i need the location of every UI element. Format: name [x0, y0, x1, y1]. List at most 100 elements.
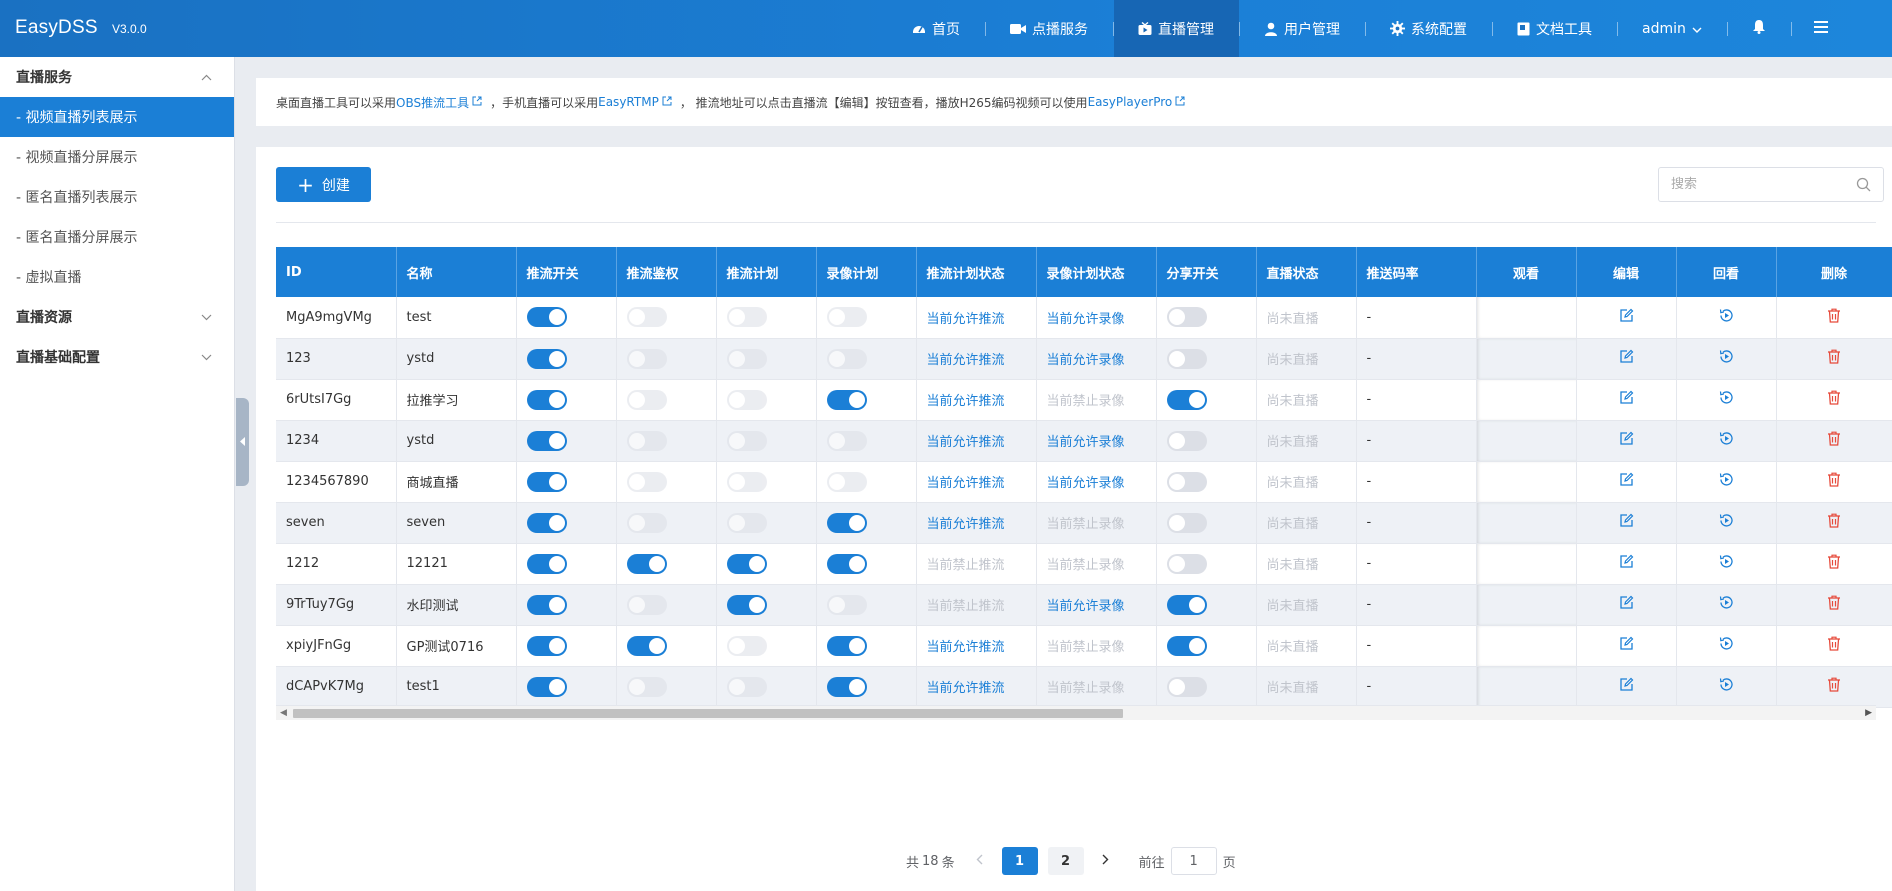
column-header[interactable]: 回看 — [1676, 247, 1777, 297]
auth-switch[interactable] — [626, 471, 667, 492]
share-switch[interactable] — [1166, 307, 1207, 328]
page-1-button[interactable]: 1 — [1001, 847, 1038, 875]
cell-rec-status[interactable]: 当前禁止录像 — [1036, 666, 1157, 708]
auth-switch[interactable] — [626, 594, 667, 615]
push-plan-switch[interactable] — [726, 676, 767, 697]
page-2-button[interactable]: 2 — [1047, 847, 1084, 875]
sidebar-group-live-config[interactable]: 直播基础配置 — [0, 337, 234, 377]
nav-docs[interactable]: 文档工具 — [1493, 0, 1617, 57]
nav-vod[interactable]: 点播服务 — [986, 0, 1113, 57]
sidebar-collapse-toggle[interactable] — [236, 398, 249, 486]
push-plan-switch[interactable] — [726, 430, 767, 451]
sidebar-item-anon-split[interactable]: - 匿名直播分屏展示 — [0, 217, 234, 257]
replay-icon[interactable] — [1719, 391, 1734, 409]
edit-icon[interactable] — [1619, 431, 1634, 450]
replay-icon[interactable] — [1719, 596, 1734, 614]
share-switch[interactable] — [1166, 594, 1207, 615]
cell-push-status[interactable]: 当前允许推流 — [916, 338, 1037, 380]
push-plan-switch[interactable] — [726, 635, 767, 656]
scroll-left-icon[interactable]: ◀ — [280, 708, 287, 718]
sidebar-item-virtual-live[interactable]: - 虚拟直播 — [0, 257, 234, 297]
share-switch[interactable] — [1166, 471, 1207, 492]
push-switch[interactable] — [526, 512, 567, 533]
auth-switch[interactable] — [626, 553, 667, 574]
record-plan-switch[interactable] — [826, 676, 867, 697]
push-switch[interactable] — [526, 430, 567, 451]
edit-icon[interactable] — [1619, 308, 1634, 327]
easyplayerpro-link[interactable]: EasyPlayerPro — [1088, 95, 1173, 109]
push-switch[interactable] — [526, 348, 567, 369]
edit-icon[interactable] — [1619, 636, 1634, 655]
auth-switch[interactable] — [626, 348, 667, 369]
push-plan-switch[interactable] — [726, 594, 767, 615]
cell-push-status[interactable]: 当前允许推流 — [916, 420, 1037, 462]
trash-icon[interactable] — [1827, 513, 1841, 532]
table-row[interactable]: 1234567890 商城直播 当前允许推流 当前允许录像 尚未直播 - — [276, 461, 1892, 503]
sidebar-group-live-resources[interactable]: 直播资源 — [0, 297, 234, 337]
share-switch[interactable] — [1166, 635, 1207, 656]
table-row[interactable]: 6rUtsI7Gg 拉推学习 当前允许推流 当前禁止录像 尚未直播 - — [276, 379, 1892, 421]
table-row[interactable]: xpiyJFnGg GP测试0716 当前允许推流 当前禁止录像 尚未直播 - — [276, 625, 1892, 667]
cell-push-status[interactable]: 当前允许推流 — [916, 461, 1037, 503]
scroll-right-icon[interactable]: ▶ — [1865, 708, 1872, 718]
trash-icon[interactable] — [1827, 677, 1841, 696]
scrollbar-thumb[interactable] — [293, 709, 1123, 718]
prev-page-button[interactable] — [963, 847, 997, 875]
push-plan-switch[interactable] — [726, 512, 767, 533]
trash-icon[interactable] — [1827, 390, 1841, 409]
share-switch[interactable] — [1166, 389, 1207, 410]
trash-icon[interactable] — [1827, 472, 1841, 491]
auth-switch[interactable] — [626, 389, 667, 410]
record-plan-switch[interactable] — [826, 389, 867, 410]
search-input[interactable] — [1659, 168, 1839, 201]
trash-icon[interactable] — [1827, 595, 1841, 614]
table-row[interactable]: dCAPvK7Mg test1 当前允许推流 当前禁止录像 尚未直播 - — [276, 666, 1892, 708]
table-row[interactable]: 1212 12121 当前禁止推流 当前禁止录像 尚未直播 - — [276, 543, 1892, 585]
edit-icon[interactable] — [1619, 677, 1634, 696]
cell-rec-status[interactable]: 当前禁止录像 — [1036, 379, 1157, 421]
goto-page-input[interactable] — [1170, 847, 1217, 875]
sidebar-item-anon-list[interactable]: - 匿名直播列表展示 — [0, 177, 234, 217]
cell-push-status[interactable]: 当前禁止推流 — [916, 543, 1037, 585]
table-row[interactable]: MgA9mgVMg test 当前允许推流 当前允许录像 尚未直播 - — [276, 297, 1892, 339]
trash-icon[interactable] — [1827, 308, 1841, 327]
record-plan-switch[interactable] — [826, 553, 867, 574]
nav-users[interactable]: 用户管理 — [1240, 0, 1365, 57]
column-header[interactable]: 推流计划状态 — [916, 247, 1037, 297]
record-plan-switch[interactable] — [826, 471, 867, 492]
column-header[interactable]: 删除 — [1776, 247, 1892, 297]
cell-push-status[interactable]: 当前允许推流 — [916, 297, 1037, 339]
record-plan-switch[interactable] — [826, 307, 867, 328]
replay-icon[interactable] — [1719, 309, 1734, 327]
cell-rec-status[interactable]: 当前禁止录像 — [1036, 625, 1157, 667]
replay-icon[interactable] — [1719, 555, 1734, 573]
cell-push-status[interactable]: 当前允许推流 — [916, 625, 1037, 667]
trash-icon[interactable] — [1827, 636, 1841, 655]
auth-switch[interactable] — [626, 430, 667, 451]
column-header[interactable]: 观看 — [1476, 247, 1577, 297]
nav-settings[interactable]: 系统配置 — [1366, 0, 1492, 57]
share-switch[interactable] — [1166, 553, 1207, 574]
push-plan-switch[interactable] — [726, 307, 767, 328]
sidebar-group-live-service[interactable]: 直播服务 — [0, 57, 234, 97]
share-switch[interactable] — [1166, 512, 1207, 533]
cell-push-status[interactable]: 当前允许推流 — [916, 666, 1037, 708]
cell-push-status[interactable]: 当前允许推流 — [916, 379, 1037, 421]
trash-icon[interactable] — [1827, 554, 1841, 573]
nav-home[interactable]: 首页 — [888, 0, 985, 57]
cell-rec-status[interactable]: 当前允许录像 — [1036, 461, 1157, 503]
edit-icon[interactable] — [1619, 595, 1634, 614]
table-row[interactable]: seven seven 当前允许推流 当前禁止录像 尚未直播 - — [276, 502, 1892, 544]
push-plan-switch[interactable] — [726, 348, 767, 369]
push-switch[interactable] — [526, 307, 567, 328]
more-menu-button[interactable] — [1792, 0, 1828, 57]
push-switch[interactable] — [526, 389, 567, 410]
edit-icon[interactable] — [1619, 472, 1634, 491]
app-logo[interactable]: EasyDSS — [15, 17, 98, 39]
replay-icon[interactable] — [1719, 514, 1734, 532]
push-switch[interactable] — [526, 635, 567, 656]
trash-icon[interactable] — [1827, 349, 1841, 368]
push-switch[interactable] — [526, 553, 567, 574]
record-plan-switch[interactable] — [826, 348, 867, 369]
sidebar-item-live-list[interactable]: - 视频直播列表展示 — [0, 97, 234, 137]
